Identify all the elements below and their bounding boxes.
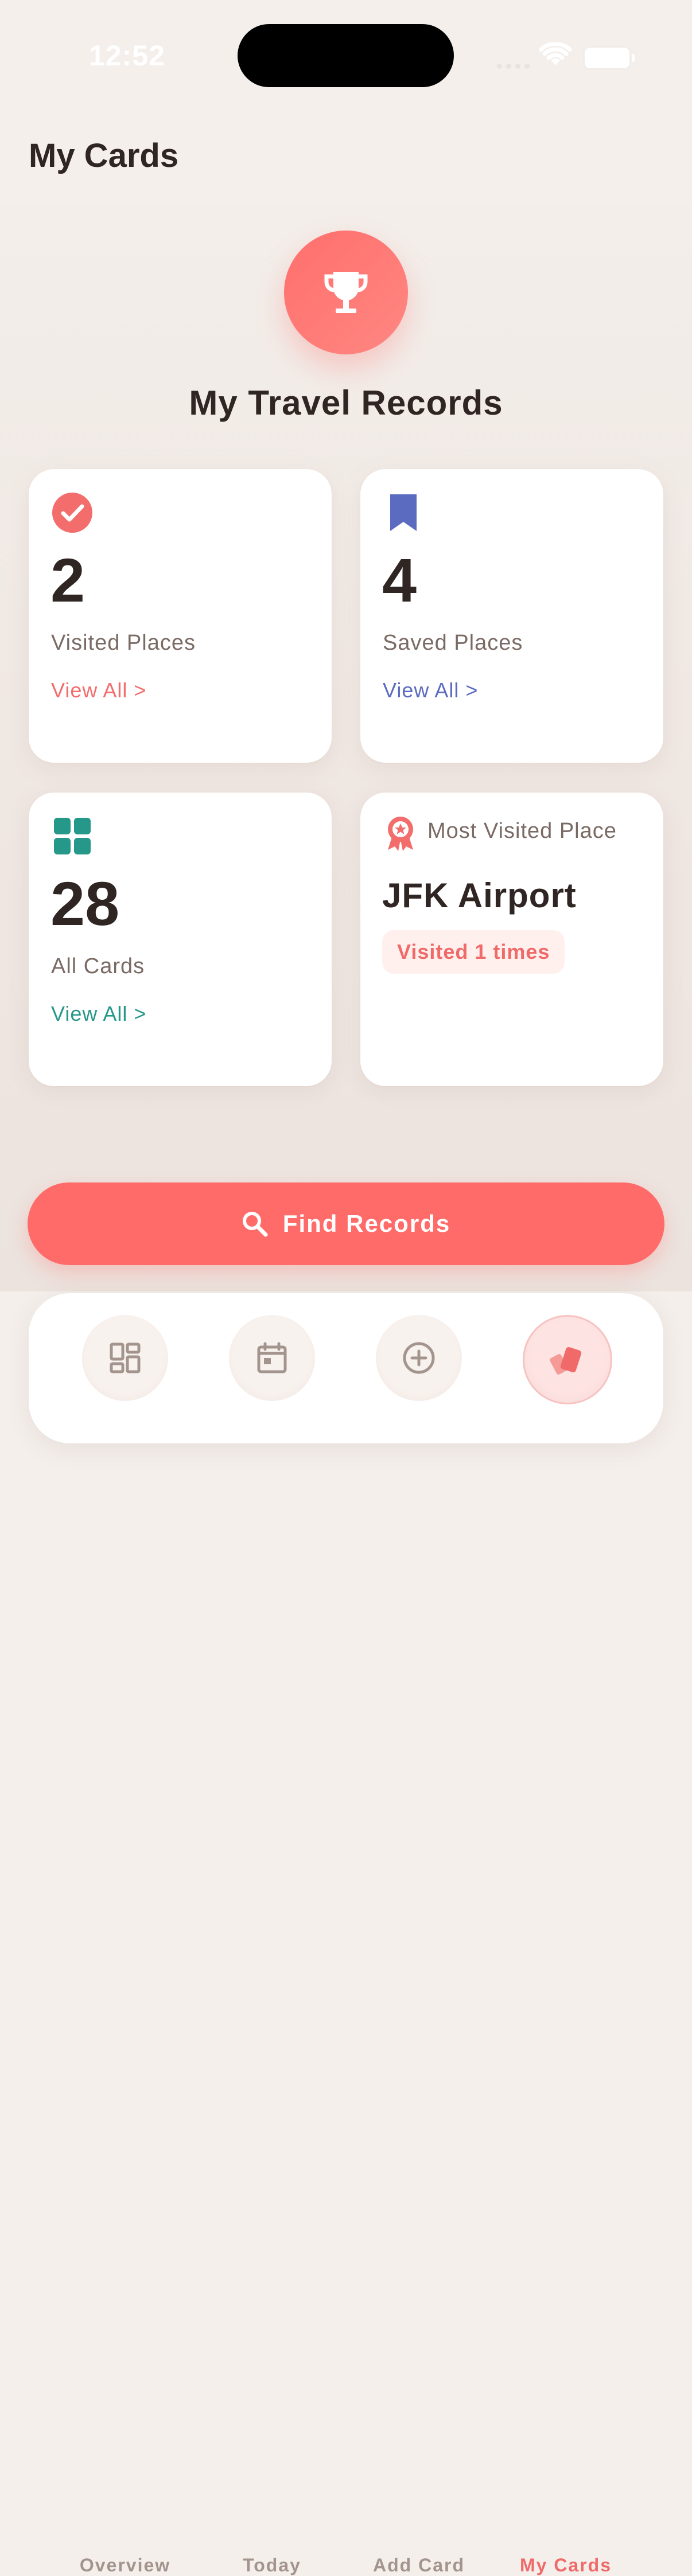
tab-add-card-label: Add Card (373, 2555, 465, 2575)
tab-my-cards-label: My Cards (519, 2555, 612, 2575)
saved-label: Saved Places (383, 631, 523, 655)
all-cards-card[interactable]: 28 All Cards View All > (29, 793, 332, 1086)
tab-today[interactable]: Today (209, 1293, 335, 2575)
saved-places-card[interactable]: 4 Saved Places View All > (360, 469, 663, 763)
tab-overview-circle (82, 1315, 168, 1401)
add-circle-icon (403, 1342, 435, 1374)
cards-icon (550, 1346, 582, 1375)
check-circle-icon (52, 493, 92, 533)
tab-my-cards[interactable]: My Cards (503, 1293, 629, 2575)
visited-label: Visited Places (51, 631, 196, 655)
tab-overview-label: Overview (79, 2555, 171, 2575)
section-title: My Travel Records (189, 384, 503, 422)
status-time: 12:52 (89, 40, 165, 72)
trophy-badge (284, 231, 408, 354)
tab-today-circle (229, 1315, 315, 1401)
award-icon (388, 817, 413, 851)
tab-add-card[interactable]: Add Card (356, 1293, 482, 2575)
all-cards-view-all-link[interactable]: View All > (51, 1002, 146, 1026)
find-records-button[interactable]: Find Records (28, 1182, 664, 1265)
tab-bar: Overview Today Add Card My Cards (29, 1293, 663, 2575)
most-visited-heading: Most Visited Place (427, 819, 617, 843)
visit-count-badge: Visited 1 times (382, 930, 565, 974)
dynamic-island (238, 24, 454, 87)
most-visited-card[interactable]: Most Visited Place JFK Airport Visited 1… (360, 793, 663, 1086)
search-icon (242, 1212, 268, 1237)
cellular-signal-icon (497, 57, 530, 69)
all-cards-label: All Cards (51, 954, 145, 978)
find-records-label: Find Records (282, 1210, 451, 1237)
tab-overview[interactable]: Overview (62, 1293, 188, 2575)
saved-view-all-link[interactable]: View All > (383, 678, 478, 702)
most-visited-place: JFK Airport (382, 876, 577, 915)
tab-my-cards-circle (523, 1315, 612, 1404)
tab-today-label: Today (243, 2555, 301, 2575)
saved-count: 4 (382, 545, 417, 615)
visited-view-all-link[interactable]: View All > (51, 678, 146, 702)
battery-icon (583, 46, 635, 70)
bookmark-icon (390, 494, 417, 531)
visited-places-card[interactable]: 2 Visited Places View All > (29, 469, 332, 763)
calendar-icon (257, 1342, 287, 1373)
page-title: My Cards (29, 137, 179, 174)
grid-icon (54, 818, 91, 854)
all-cards-count: 28 (50, 869, 120, 938)
wifi-icon (539, 42, 572, 65)
overview-icon (110, 1342, 141, 1373)
trophy-icon (324, 272, 368, 313)
tab-add-card-circle (376, 1315, 462, 1401)
visited-count: 2 (50, 545, 85, 615)
